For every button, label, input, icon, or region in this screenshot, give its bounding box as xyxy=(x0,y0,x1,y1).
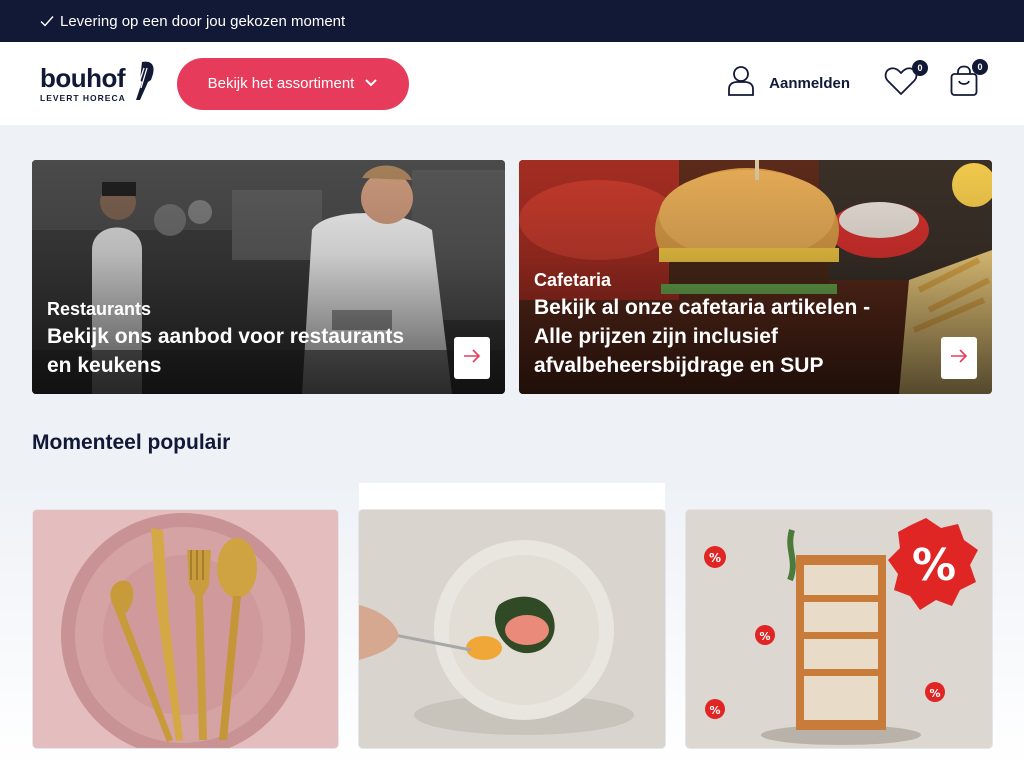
delivery-text: Levering op een door jou gekozen moment xyxy=(60,12,346,30)
banner-cafetaria[interactable]: Cafetaria Bekijk al onze cafetaria artik… xyxy=(519,160,992,394)
assortment-button[interactable]: Bekijk het assortiment xyxy=(177,57,409,110)
header-actions: Aanmelden 0 0 xyxy=(727,42,988,125)
logo-wordmark: bouhof xyxy=(40,62,126,93)
banner-title-line: en keukens xyxy=(47,354,162,377)
wishlist-count-badge: 0 xyxy=(912,60,928,76)
banner-title-line: Bekijk ons aanbod voor restaurants xyxy=(47,325,405,348)
gold-cutlery-photo xyxy=(33,510,338,748)
login-label: Aanmelden xyxy=(769,75,850,92)
banner-title: Bekijk al onze cafetaria artikelen - All… xyxy=(534,293,870,380)
svg-text:%: % xyxy=(912,540,956,591)
banner-arrow-button[interactable] xyxy=(454,337,490,379)
banner-restaurants[interactable]: Restaurants Bekijk ons aanbod voor resta… xyxy=(32,160,505,394)
wishlist-button[interactable]: 0 xyxy=(884,60,928,101)
svg-text:%: % xyxy=(929,687,940,700)
popular-card-sale[interactable]: % % % % % xyxy=(686,510,992,748)
banner-text: Restaurants Bekijk ons aanbod voor resta… xyxy=(47,299,404,380)
logo-tagline: LEVERT HORECA xyxy=(40,92,126,103)
banner-title-line: Alle prijzen zijn inclusief xyxy=(534,325,778,348)
assortment-button-label: Bekijk het assortiment xyxy=(207,75,355,92)
shopping-bag-icon xyxy=(950,65,978,101)
popular-card-plated-dish[interactable] xyxy=(359,510,665,748)
svg-text:%: % xyxy=(759,630,770,643)
banner-title-line: afvalbeheersbijdrage en SUP xyxy=(534,354,824,377)
arrow-right-icon xyxy=(463,348,481,368)
popular-card-cutlery[interactable] xyxy=(33,510,338,748)
banner-text: Cafetaria Bekijk al onze cafetaria artik… xyxy=(534,270,870,380)
login-button[interactable]: Aanmelden xyxy=(727,65,850,102)
sale-cabinet-photo: % % % % % xyxy=(686,510,992,748)
bouhof-logo[interactable]: bouhof LEVERT HORECA xyxy=(40,60,162,107)
banner-arrow-button[interactable] xyxy=(941,337,977,379)
svg-text:%: % xyxy=(709,551,721,565)
card-highlight-strip xyxy=(359,483,665,510)
banner-category: Cafetaria xyxy=(534,270,612,290)
banner-category: Restaurants xyxy=(47,299,152,319)
chevron-down-icon xyxy=(364,75,378,92)
banner-title: Bekijk ons aanbod voor restaurants en ke… xyxy=(47,322,404,380)
cart-button[interactable]: 0 xyxy=(950,59,988,102)
heart-icon xyxy=(884,67,918,100)
site-header: bouhof LEVERT HORECA Bekijk het assortim… xyxy=(0,42,1024,125)
banner-title-line: Bekijk al onze cafetaria artikelen - xyxy=(534,296,871,319)
plated-dish-photo xyxy=(359,510,665,748)
popular-section-title: Momenteel populair xyxy=(32,431,231,454)
user-icon xyxy=(727,65,755,102)
delivery-topbar: Levering op een door jou gekozen moment xyxy=(0,0,1024,42)
check-icon xyxy=(40,14,54,28)
cart-count-badge: 0 xyxy=(972,59,988,75)
arrow-right-icon xyxy=(950,348,968,368)
svg-text:%: % xyxy=(709,704,720,717)
category-banners: Restaurants Bekijk ons aanbod voor resta… xyxy=(32,160,992,394)
fork-logo-icon xyxy=(130,60,156,107)
